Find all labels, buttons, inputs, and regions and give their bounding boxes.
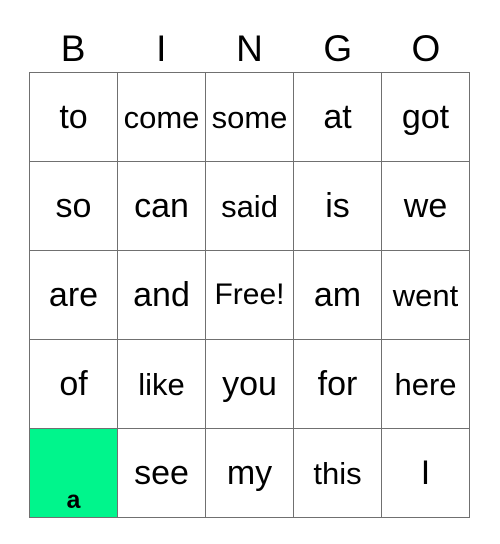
bingo-cell-label: see — [134, 454, 189, 492]
bingo-cell[interactable]: can — [118, 162, 206, 251]
bingo-cell[interactable]: here — [382, 340, 470, 429]
bingo-cell-label: for — [317, 365, 358, 403]
bingo-cell-label: am — [313, 276, 362, 314]
bingo-header-letter-o: O — [411, 27, 441, 69]
bingo-header-letter-g: G — [323, 27, 353, 69]
bingo-card: B I N G O to come some at got so can said is we ar… — [0, 0, 500, 544]
bingo-cell-label: come — [123, 99, 200, 135]
bingo-cell-label: at — [323, 98, 352, 136]
bingo-header-letter-b: B — [60, 27, 86, 69]
bingo-cell[interactable]: I — [382, 429, 470, 518]
bingo-cell[interactable]: this — [294, 429, 382, 518]
bingo-cell[interactable]: went — [382, 251, 470, 340]
bingo-cell-label: my — [226, 454, 273, 492]
bingo-cell-marked[interactable]: a — [30, 429, 118, 518]
bingo-cell-label: some — [211, 99, 288, 135]
bingo-cell[interactable]: come — [118, 73, 206, 162]
bingo-cell-label: to — [59, 98, 88, 136]
bingo-cell-label: is — [325, 187, 350, 225]
bingo-cell[interactable]: my — [206, 429, 294, 518]
bingo-header-letter-i: I — [156, 27, 167, 69]
bingo-cell-label: got — [401, 98, 450, 136]
bingo-cell-label: this — [313, 455, 362, 491]
bingo-cell[interactable]: am — [294, 251, 382, 340]
bingo-cell[interactable]: is — [294, 162, 382, 251]
bingo-cell-label: so — [55, 187, 92, 225]
bingo-cell[interactable]: said — [206, 162, 294, 251]
bingo-cell[interactable]: are — [30, 251, 118, 340]
bingo-cell-label: I — [420, 454, 431, 492]
bingo-cell[interactable]: you — [206, 340, 294, 429]
bingo-cell-label: like — [138, 366, 185, 402]
bingo-cell[interactable]: to — [30, 73, 118, 162]
bingo-grid: to come some at got so can said is we are and Free! a… — [29, 72, 470, 518]
bingo-cell[interactable]: see — [118, 429, 206, 518]
bingo-cell[interactable]: of — [30, 340, 118, 429]
bingo-cell[interactable]: at — [294, 73, 382, 162]
bingo-cell[interactable]: Free! — [206, 251, 294, 340]
bingo-cell-label: said — [221, 188, 278, 224]
bingo-cell[interactable]: got — [382, 73, 470, 162]
bingo-cell-label: a — [66, 486, 81, 514]
bingo-cell[interactable]: like — [118, 340, 206, 429]
bingo-cell-label: we — [403, 187, 448, 225]
bingo-cell-label: and — [133, 276, 190, 314]
bingo-cell-label: of — [59, 365, 88, 403]
bingo-header-letter-n: N — [236, 27, 263, 69]
bingo-cell-label: can — [134, 187, 189, 225]
bingo-header-row: B I N G O — [29, 24, 470, 72]
bingo-cell[interactable]: so — [30, 162, 118, 251]
bingo-cell-label: Free! — [214, 278, 285, 311]
bingo-cell[interactable]: we — [382, 162, 470, 251]
bingo-cell[interactable]: some — [206, 73, 294, 162]
bingo-cell-label: here — [394, 366, 457, 402]
bingo-cell[interactable]: and — [118, 251, 206, 340]
bingo-cell-label: went — [392, 277, 459, 313]
bingo-cell-label: you — [222, 365, 277, 403]
bingo-cell[interactable]: for — [294, 340, 382, 429]
bingo-cell-label: are — [48, 276, 99, 314]
